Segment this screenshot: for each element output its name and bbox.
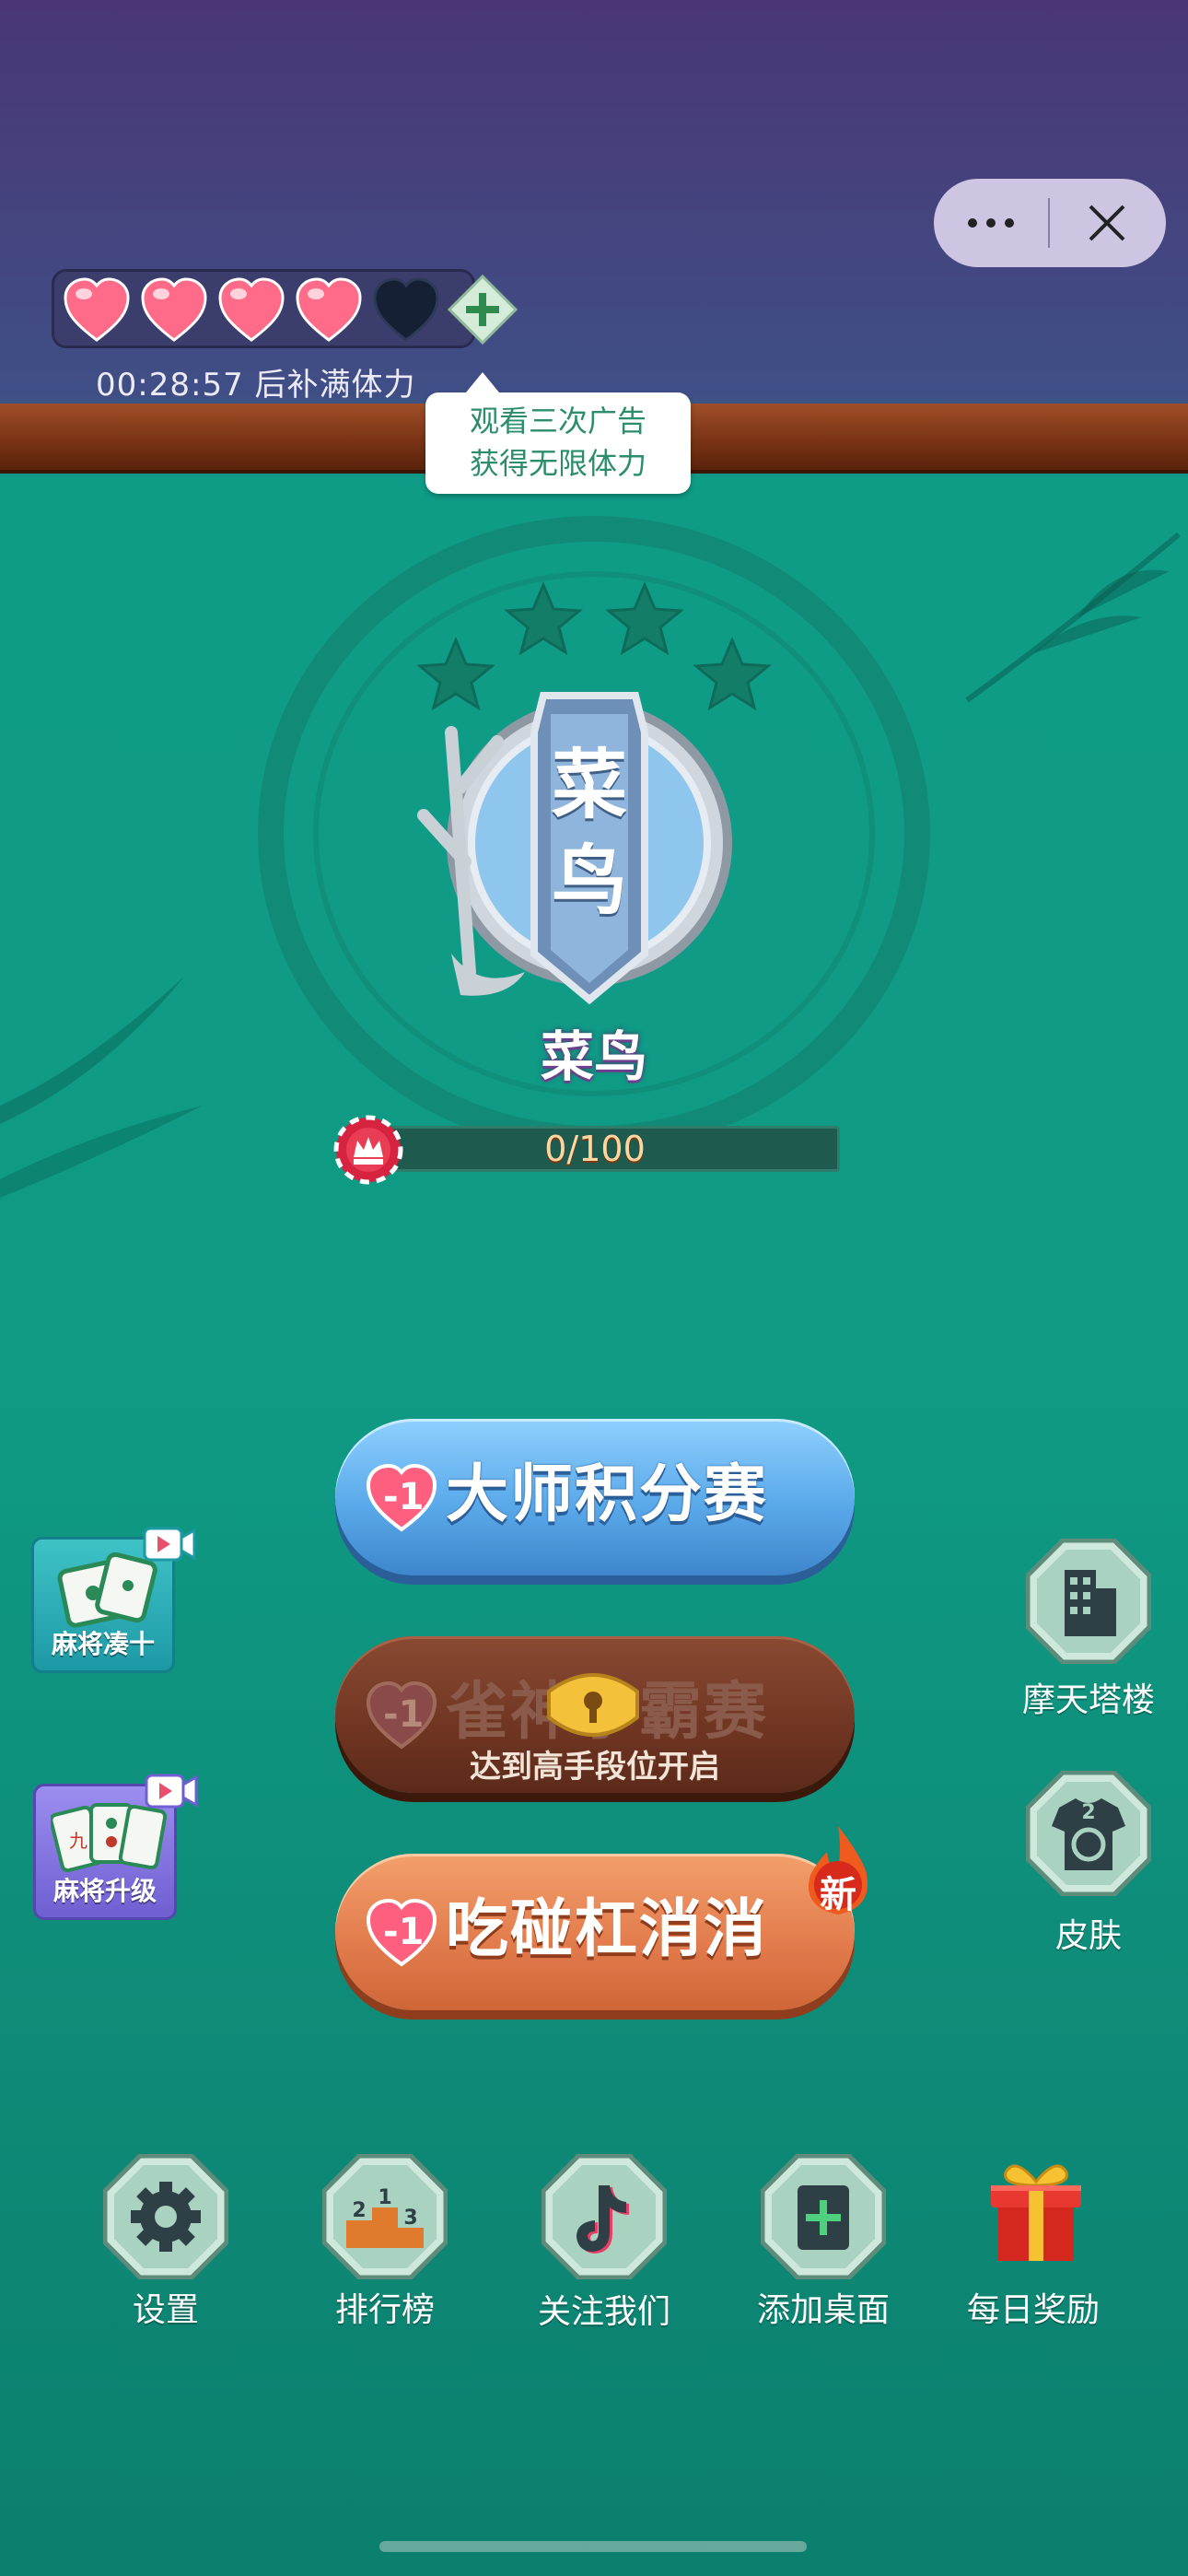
chi-peng-gang-label: 吃碰杠消消: [446, 1892, 769, 1966]
gear-icon[interactable]: [103, 2154, 228, 2279]
video-ad-icon: [143, 1527, 196, 1562]
nav-daily-reward-label[interactable]: 每日奖励: [932, 2283, 1135, 2331]
nav-add-desktop-label[interactable]: 添加桌面: [722, 2283, 925, 2331]
stamina-timer: 00:28:57 后补满体力: [96, 367, 416, 404]
mahjong-tiles-icon: [57, 1552, 157, 1628]
nav-leaderboard-label[interactable]: 排行榜: [284, 2283, 486, 2331]
svg-text:九: 九: [69, 1830, 87, 1852]
rank-badge-text: 菜鸟: [551, 741, 627, 925]
bamboo-leaves-left-decoration: [0, 977, 203, 1198]
side-mahjong-ten-label: 麻将凑十: [51, 1629, 155, 1659]
skin-label[interactable]: 皮肤: [996, 1909, 1181, 1957]
new-badge-text: 新: [820, 1874, 856, 1916]
sky-tower-label[interactable]: 摩天塔楼: [996, 1673, 1181, 1721]
chi-peng-gang-button[interactable]: -1 吃碰杠消消: [335, 1854, 855, 2010]
skin-count-badge: 2: [1081, 1801, 1095, 1824]
crown-chip-icon: [333, 1115, 403, 1185]
rank-title: 菜鸟: [540, 1025, 647, 1088]
add-stamina-button[interactable]: [448, 275, 518, 345]
heart-icon-2: [141, 277, 207, 342]
tiktok-icon[interactable]: [542, 2154, 667, 2279]
heart-icon-4: [296, 277, 362, 342]
svg-text:1: 1: [378, 2186, 391, 2209]
stamina-bar: [52, 269, 475, 348]
building-icon[interactable]: [1026, 1539, 1151, 1664]
svg-text:2: 2: [352, 2199, 366, 2222]
new-badge: 新: [801, 1824, 875, 1916]
side-mahjong-upgrade-label: 麻将升级: [52, 1876, 157, 1906]
heart-icon-1: [64, 277, 130, 342]
miniprogram-capsule: [934, 179, 1166, 267]
nav-settings-label[interactable]: 设置: [64, 2283, 267, 2331]
svg-text:3: 3: [403, 2207, 417, 2230]
side-mahjong-upgrade-button[interactable]: 九 麻将升级: [33, 1774, 198, 1920]
close-button[interactable]: [1050, 179, 1164, 267]
star-icon-2: [504, 581, 583, 656]
lock-icon: [547, 1673, 639, 1737]
home-indicator[interactable]: [379, 2541, 807, 2552]
close-icon: [1089, 205, 1125, 241]
mahjong-tiles-icon: 九: [51, 1803, 167, 1873]
rank-progress-bar: 0/100: [350, 1126, 840, 1172]
side-mahjong-ten-button[interactable]: 麻将凑十: [31, 1527, 196, 1673]
rank-badge-text: 菜鸟: [539, 737, 640, 929]
video-ad-icon: [145, 1774, 198, 1809]
ad-tooltip[interactable]: 观看三次广告 获得无限体力: [425, 372, 691, 494]
star-icon-3: [605, 581, 684, 656]
life-cost-text: -1: [383, 1476, 425, 1518]
tooltip-line-1: 观看三次广告: [469, 404, 646, 439]
gift-icon[interactable]: [978, 2154, 1094, 2270]
life-cost-text: -1: [383, 1693, 425, 1736]
tooltip-line-2: 获得无限体力: [469, 446, 646, 481]
heart-empty-icon: [373, 277, 439, 342]
heart-icon-3: [218, 277, 285, 342]
life-cost-text: -1: [383, 1911, 425, 1953]
more-dots-icon: [968, 218, 977, 228]
more-menu-button[interactable]: [934, 179, 1048, 267]
bamboo-leaves-decoration: [965, 532, 1181, 703]
add-desktop-icon[interactable]: [761, 2154, 886, 2279]
master-points-match-label: 大师积分赛: [446, 1458, 769, 1531]
podium-icon[interactable]: 1 2 3: [322, 2154, 448, 2279]
nav-follow-label[interactable]: 关注我们: [503, 2285, 705, 2333]
skin-shirt-icon[interactable]: 2: [1026, 1771, 1151, 1896]
progress-text: 0/100: [544, 1129, 646, 1169]
master-points-match-button[interactable]: -1 大师积分赛: [335, 1419, 855, 1575]
